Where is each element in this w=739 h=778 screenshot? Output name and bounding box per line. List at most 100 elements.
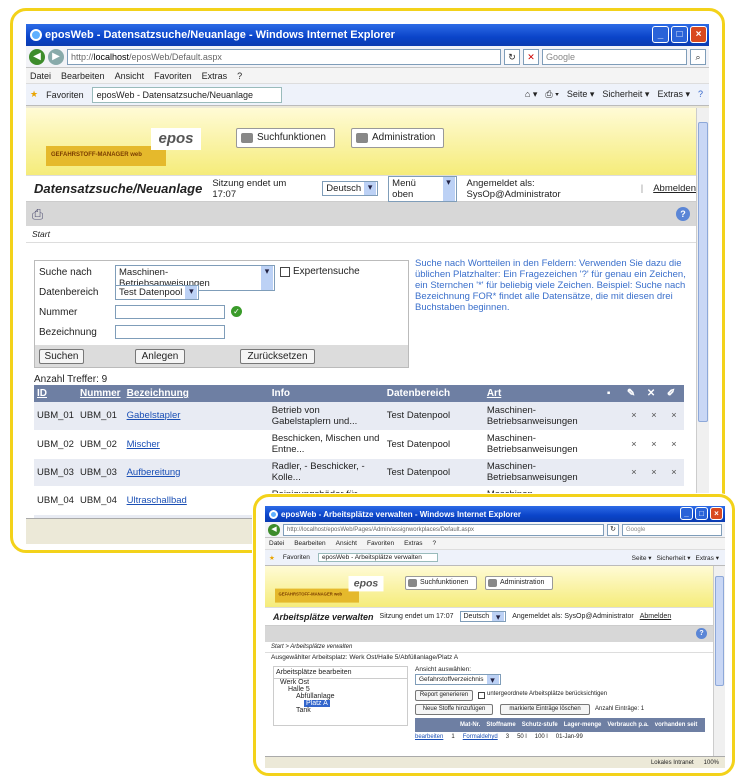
cell-bezeichnung[interactable]: Ultraschallbad <box>123 486 269 515</box>
record-link[interactable]: Ultraschallbad <box>127 495 187 506</box>
expert-checkbox[interactable] <box>280 267 290 277</box>
cell-bezeichnung[interactable]: Gabelstapler <box>123 402 269 431</box>
print-icon[interactable]: ⎙ ▾ <box>545 89 558 100</box>
menu-extras[interactable]: Extras <box>202 71 228 81</box>
administration-button[interactable]: Administration <box>485 576 554 590</box>
favorites-star-icon[interactable]: ★ <box>269 554 275 562</box>
menu-datei[interactable]: Datei <box>30 71 51 81</box>
substance-link[interactable]: Formaldehyd <box>463 734 498 740</box>
menu-bearbeiten[interactable]: Bearbeiten <box>294 540 325 547</box>
search-functions-button[interactable]: Suchfunktionen <box>405 576 478 590</box>
favorites-button[interactable]: Favoriten <box>283 554 310 561</box>
cmd-seite[interactable]: Seite ▾ <box>567 89 595 100</box>
zoom-level[interactable]: 100% <box>704 760 719 766</box>
menu-position-select[interactable]: Menü oben <box>388 175 457 202</box>
cmd-sicherheit[interactable]: Sicherheit ▾ <box>602 89 649 100</box>
printer-icon[interactable]: ⎙ <box>32 206 43 223</box>
add-substances-button[interactable]: Neue Stoffe hinzufügen <box>415 704 493 715</box>
menu-ansicht[interactable]: Ansicht <box>336 540 357 547</box>
tree-node-halle-5[interactable]: Halle 5 <box>274 686 407 693</box>
menu-ansicht[interactable]: Ansicht <box>115 71 145 81</box>
cmd-seite[interactable]: Seite ▾ <box>632 554 652 562</box>
cell-bezeichnung[interactable]: Aufbereitung <box>123 458 269 487</box>
vertical-scrollbar[interactable] <box>713 566 725 756</box>
minimize-button[interactable]: _ <box>652 26 669 43</box>
url-input[interactable]: http://localhost/eposWeb/Pages/Admin/ass… <box>283 523 604 536</box>
browser-tab[interactable]: eposWeb - Arbeitsplätze verwalten <box>317 553 438 562</box>
logout-link[interactable]: Abmelden <box>653 183 696 194</box>
create-button[interactable]: Anlegen <box>135 349 185 364</box>
back-icon[interactable]: ◀ <box>29 48 45 65</box>
row-action-icon[interactable]: × <box>663 458 684 487</box>
cmd-sicherheit[interactable]: Sicherheit ▾ <box>657 554 691 562</box>
favorites-button[interactable]: Favoriten <box>46 90 84 100</box>
cell-bezeichnung[interactable]: Mischer <box>123 430 269 459</box>
browser-tab[interactable]: eposWeb - Datensatzsuche/Neuanlage <box>91 86 282 103</box>
menu-favoriten[interactable]: Favoriten <box>367 540 394 547</box>
row-action-icon[interactable]: × <box>623 458 644 487</box>
search-functions-button[interactable]: Suchfunktionen <box>236 128 335 148</box>
search-input[interactable]: Google <box>542 48 687 65</box>
help-icon[interactable]: ? <box>696 628 707 639</box>
vertical-scrollbar[interactable] <box>696 108 709 518</box>
forward-icon[interactable]: ▶ <box>48 48 64 65</box>
administration-button[interactable]: Administration <box>351 128 445 148</box>
maximize-button[interactable]: □ <box>671 26 688 43</box>
tree-node-platz-a[interactable]: Platz A <box>304 700 330 707</box>
favorites-star-icon[interactable]: ★ <box>30 89 38 100</box>
close-button[interactable]: × <box>710 507 723 520</box>
row-action-icon[interactable]: × <box>643 402 664 431</box>
tree-node-tank[interactable]: Tank <box>274 707 407 714</box>
report-button[interactable]: Report generieren <box>415 690 473 701</box>
close-button[interactable]: × <box>690 26 707 43</box>
row-action-icon[interactable]: × <box>663 402 684 431</box>
record-link[interactable]: Mischer <box>127 439 160 450</box>
search-input[interactable]: Google <box>622 523 722 536</box>
cmd-extras[interactable]: Extras ▾ <box>696 554 720 562</box>
search-icon[interactable]: ⌕ <box>690 48 706 65</box>
refresh-icon[interactable]: ↻ <box>504 48 520 65</box>
help-icon[interactable]: ? <box>698 89 703 100</box>
menu-bearbeiten[interactable]: Bearbeiten <box>61 71 105 81</box>
cmd-extras[interactable]: Extras ▾ <box>657 89 690 100</box>
col-id[interactable]: ID <box>34 385 77 402</box>
refresh-icon[interactable]: ↻ <box>607 523 619 536</box>
minimize-button[interactable]: _ <box>680 507 693 520</box>
menu-favoriten[interactable]: Favoriten <box>154 71 192 81</box>
row-action-icon[interactable]: × <box>623 430 644 459</box>
row-action-icon[interactable]: × <box>623 402 644 431</box>
home-icon[interactable]: ⌂ ▾ <box>525 89 537 100</box>
menu-help[interactable]: ? <box>433 540 437 547</box>
reset-button[interactable]: Zurücksetzen <box>240 349 315 364</box>
edit-link[interactable]: bearbeiten <box>415 734 443 740</box>
search-button[interactable]: Suchen <box>39 349 84 364</box>
record-link[interactable]: Gabelstapler <box>127 410 181 421</box>
row-action-icon[interactable]: × <box>663 430 684 459</box>
tree-node-werk-ost[interactable]: Werk Ost <box>274 679 407 686</box>
logout-link[interactable]: Abmelden <box>640 613 672 620</box>
sub-checkbox[interactable] <box>478 692 485 699</box>
tree-node-abfuellanlage[interactable]: Abfüllanlage <box>274 693 407 700</box>
record-link[interactable]: Aufbereitung <box>127 467 181 478</box>
binoculars-icon <box>241 133 253 143</box>
menu-extras[interactable]: Extras <box>404 540 422 547</box>
language-select[interactable]: Deutsch <box>322 181 379 196</box>
col-bezeichnung[interactable]: Bezeichnung <box>123 385 269 402</box>
data-area-select[interactable]: Test Datenpool <box>115 285 200 300</box>
url-input[interactable]: http://localhost/eposWeb/Default.aspx <box>67 48 501 65</box>
help-icon[interactable]: ? <box>676 207 690 221</box>
delete-marked-button[interactable]: markierte Einträge löschen <box>500 704 590 715</box>
col-nummer[interactable]: Nummer <box>76 385 124 402</box>
menu-datei[interactable]: Datei <box>269 540 284 547</box>
stop-icon[interactable]: ✕ <box>523 48 539 65</box>
row-action-icon[interactable]: × <box>643 430 664 459</box>
name-input[interactable] <box>115 325 225 339</box>
maximize-button[interactable]: □ <box>695 507 708 520</box>
number-input[interactable] <box>115 305 225 319</box>
row-action-icon[interactable]: × <box>643 458 664 487</box>
col-art[interactable]: Art <box>483 385 604 402</box>
view-select[interactable]: Gefahrstoffverzeichnis <box>415 674 501 685</box>
back-icon[interactable]: ◀ <box>268 523 280 536</box>
language-select[interactable]: Deutsch <box>459 611 507 622</box>
menu-help[interactable]: ? <box>237 71 242 81</box>
